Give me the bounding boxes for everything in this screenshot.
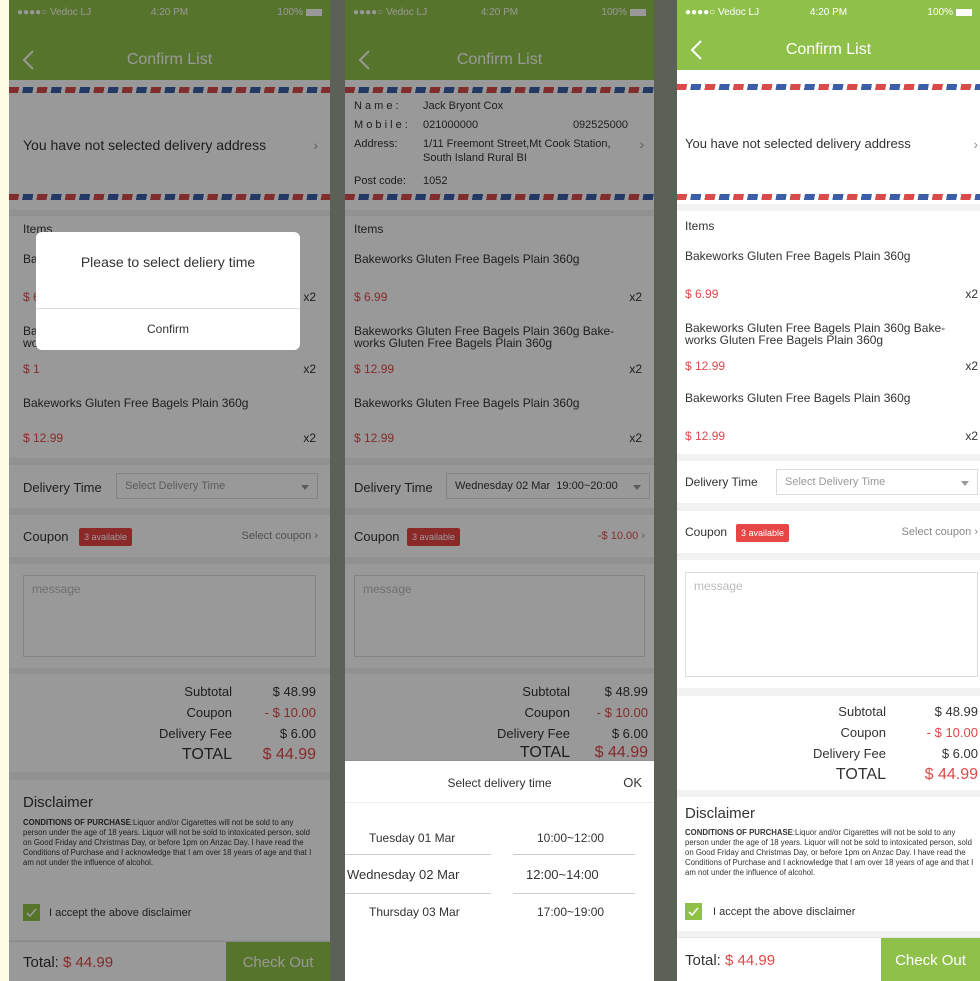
picker-day-option-selected[interactable]: Wednesday 02 Mar: [347, 867, 460, 882]
disclaimer-bold: CONDITIONS OF PURCHASE: [685, 828, 793, 837]
accept-disclaimer-label: I accept the above disclaimer: [713, 906, 856, 918]
delivery-time-section: Delivery Time Select Delivery Time: [677, 461, 980, 503]
item-qty: x2: [965, 359, 978, 373]
disclaimer-title: Disclaimer: [685, 805, 756, 822]
airmail-border: [677, 194, 980, 200]
picker-selection-line: [345, 854, 491, 855]
panel-divider: [654, 0, 677, 981]
modal-overlay[interactable]: [9, 0, 330, 981]
item-title: works Gluten Free Bagels Plain 360g: [685, 333, 884, 347]
items-header: Items: [685, 219, 715, 233]
delivery-time-picker: Select delivery time OK Tuesday 01 Mar 1…: [345, 761, 654, 981]
checkout-button[interactable]: Check Out: [881, 938, 980, 981]
battery-icon: [956, 8, 972, 16]
item-title: Bakeworks Gluten Free Bagels Plain 360g: [685, 249, 911, 263]
picker-selection-line: [513, 893, 635, 894]
total-value: $ 44.99: [924, 766, 978, 783]
select-coupon-link[interactable]: Select coupon ›: [902, 526, 978, 538]
picker-title: Select delivery time: [447, 776, 552, 790]
page-title: Confirm List: [785, 41, 872, 58]
delivery-fee-value: $ 6.00: [941, 746, 978, 761]
item-qty: x2: [965, 287, 978, 301]
message-input[interactable]: message: [685, 572, 978, 677]
delivery-fee-label: Delivery Fee: [813, 746, 886, 761]
item-title: Bakeworks Gluten Free Bagels Plain 360g: [685, 391, 911, 405]
coupon-discount-label: Coupon: [840, 725, 886, 740]
picker-ok-button[interactable]: OK: [623, 775, 642, 790]
address-section[interactable]: You have not selected delivery address ›: [677, 70, 980, 204]
picker-selection-line: [345, 893, 491, 894]
delivery-time-label: Delivery Time: [685, 475, 758, 489]
phone-screen-picker: ●●●●○ Vedoc LJ 4:20 PM 100% Confirm List…: [345, 0, 654, 981]
disclaimer-text: CONDITIONS OF PURCHASE:Liquor and/or Cig…: [685, 828, 978, 878]
bottom-total-value: $ 44.99: [725, 952, 776, 969]
total-label: TOTAL: [835, 766, 886, 783]
phone-screen-modal: ●●●●○ Vedoc LJ 4:20 PM 100% Confirm List…: [9, 0, 330, 981]
alert-confirm-button[interactable]: Confirm: [36, 308, 300, 350]
item-qty: x2: [965, 429, 978, 443]
summary-section: Subtotal $ 48.99 Coupon - $ 10.00 Delive…: [677, 696, 980, 790]
checkbox-checked-icon[interactable]: [685, 903, 702, 920]
picker-time-option-selected[interactable]: 12:00~14:00: [526, 867, 599, 882]
alert-message: Please to select deliery time: [80, 254, 256, 270]
subtotal-value: $ 48.99: [934, 704, 978, 719]
item-price: $ 12.99: [685, 429, 726, 443]
picker-header: Select delivery time OK: [345, 761, 654, 803]
coupon-count-badge: 3 available: [736, 524, 790, 542]
bottom-total-label: Total:: [685, 952, 721, 969]
panel-divider: [330, 0, 345, 981]
no-address-text: You have not selected delivery address: [685, 136, 911, 151]
clock-text: 4:20 PM: [809, 7, 848, 18]
battery-text: 100%: [927, 7, 953, 18]
picker-selection-line: [513, 854, 635, 855]
disclaimer-section: Disclaimer CONDITIONS OF PURCHASE:Liquor…: [677, 797, 980, 931]
phone-screen-default: ●●●●○ Vedoc LJ 4:20 PM 100% Confirm List…: [677, 0, 980, 981]
airmail-border: [677, 84, 980, 90]
item-price: $ 6.99: [685, 287, 719, 301]
select-coupon-text: Select coupon: [901, 526, 972, 538]
coupon-section[interactable]: Coupon 3 available Select coupon ›: [677, 511, 980, 553]
items-section: Items Bakeworks Gluten Free Bagels Plain…: [677, 211, 980, 454]
battery-indicator: 100%: [927, 7, 972, 18]
coupon-label: Coupon: [685, 525, 728, 539]
carrier-text: ●●●●○ Vedoc LJ: [685, 7, 760, 18]
picker-day-option[interactable]: Thursday 03 Mar: [369, 905, 460, 919]
caret-down-icon: [961, 481, 969, 486]
nav-bar: Confirm List: [677, 26, 980, 70]
message-section: message: [677, 560, 980, 688]
delivery-time-value: Select Delivery Time: [785, 476, 886, 488]
picker-time-option[interactable]: 17:00~19:00: [537, 905, 604, 919]
picker-day-option[interactable]: Tuesday 01 Mar: [369, 831, 455, 845]
delivery-time-select[interactable]: Select Delivery Time: [776, 469, 978, 495]
coupon-discount-value: - $ 10.00: [926, 725, 978, 740]
picker-time-option[interactable]: 10:00~12:00: [537, 831, 604, 845]
bottom-total: Total: $ 44.99: [685, 952, 775, 969]
status-bar: ●●●●○ Vedoc LJ 4:20 PM 100%: [677, 0, 980, 26]
subtotal-label: Subtotal: [838, 704, 886, 719]
item-price: $ 12.99: [685, 359, 726, 373]
bottom-bar: Total: $ 44.99 Check Out: [677, 937, 980, 981]
chevron-right-icon: ›: [973, 136, 978, 152]
select-time-alert: Please to select deliery time Confirm: [36, 232, 300, 350]
